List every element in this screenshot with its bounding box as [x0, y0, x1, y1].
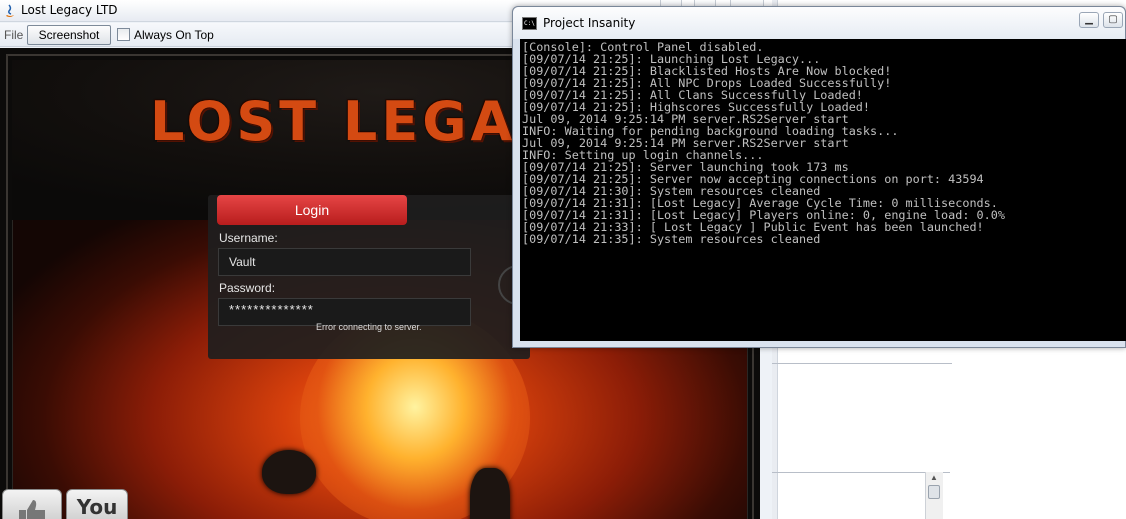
- console-lines: [Console]: Control Panel disabled. [09/07…: [522, 41, 1126, 245]
- login-panel: Login Username: Vault Password: ********…: [208, 195, 538, 359]
- desktop: ▲ Lost Legacy LTD File Screenshot Always…: [0, 0, 1126, 519]
- menu-file[interactable]: File: [4, 28, 23, 42]
- always-on-top-label: Always On Top: [134, 28, 214, 42]
- maximize-button[interactable]: ▢: [1103, 12, 1123, 28]
- robot-art: [470, 468, 510, 519]
- creature-art: [262, 450, 316, 494]
- username-label: Username:: [219, 231, 278, 245]
- error-message: Error connecting to server.: [316, 322, 422, 332]
- console-output[interactable]: [Console]: Control Panel disabled. [09/07…: [520, 39, 1126, 341]
- console-title: Project Insanity: [543, 16, 636, 30]
- password-label: Password:: [219, 281, 276, 295]
- screenshot-button[interactable]: Screenshot: [27, 25, 111, 45]
- thumbs-up-icon: [19, 500, 45, 519]
- cmd-icon: C:\: [522, 17, 537, 30]
- separator-line: [770, 363, 952, 364]
- tab-thumbs[interactable]: [2, 489, 62, 519]
- console-line: [09/07/14 21:35]: System resources clean…: [522, 232, 821, 246]
- login-header[interactable]: Login: [217, 195, 407, 225]
- always-on-top-checkbox[interactable]: [117, 28, 130, 41]
- console-window: C:\ Project Insanity ▁ ▢ [Console]: Cont…: [512, 6, 1126, 348]
- scrollbar-thumb[interactable]: [928, 485, 940, 499]
- text-area[interactable]: [770, 472, 950, 519]
- console-titlebar[interactable]: C:\ Project Insanity ▁ ▢: [513, 7, 1125, 39]
- client-title: Lost Legacy LTD: [21, 3, 118, 17]
- java-icon: [6, 4, 14, 17]
- minimize-button[interactable]: ▁: [1079, 12, 1099, 28]
- username-input[interactable]: Vault: [218, 248, 471, 276]
- game-logo: LOST LEGA: [150, 90, 517, 153]
- scroll-up-icon[interactable]: ▲: [928, 474, 940, 482]
- tab-you[interactable]: You: [66, 489, 128, 519]
